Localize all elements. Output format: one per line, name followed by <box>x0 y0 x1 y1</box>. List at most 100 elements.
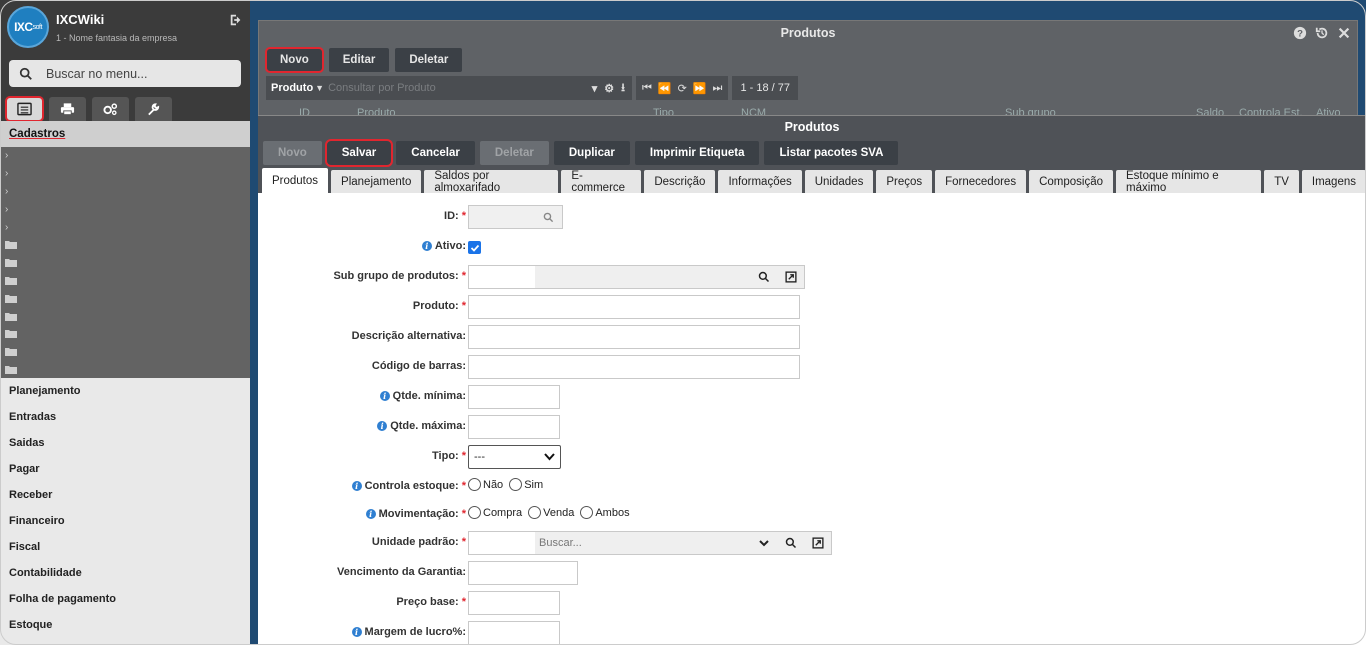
app-name: IXCWiki <box>56 12 105 27</box>
first-page-icon[interactable]: ⏮ <box>642 82 652 95</box>
imprimir-etiqueta-button[interactable]: Imprimir Etiqueta <box>634 141 760 165</box>
refresh-icon[interactable]: ⟳ <box>678 82 687 95</box>
preco-base-input[interactable] <box>468 591 560 615</box>
ativo-checkbox[interactable] <box>468 241 481 254</box>
tipo-select[interactable]: --- <box>468 445 561 469</box>
descricao-alternativa-label: Descrição alternativa: <box>351 330 466 342</box>
info-icon[interactable]: i <box>421 241 432 251</box>
last-page-icon[interactable]: ⏭ <box>713 82 723 95</box>
chevron-right-icon: › <box>5 168 9 180</box>
menu-search-placeholder: Buscar no menu... <box>46 66 148 81</box>
tab-fornecedores[interactable]: Fornecedores <box>935 170 1027 193</box>
movimentacao-ambos-radio[interactable]: Ambos <box>580 506 630 519</box>
wrench-icon <box>148 103 160 116</box>
tab-relatorios[interactable] <box>49 97 86 121</box>
cancelar-button[interactable]: Cancelar <box>396 141 475 165</box>
search-icon[interactable] <box>777 532 804 554</box>
qtde-maxima-label: i Qtde. máxima: <box>166 420 466 432</box>
tab-ferramentas[interactable] <box>135 97 172 121</box>
form-novo-button[interactable]: Novo <box>263 141 322 165</box>
movimentacao-venda-radio[interactable]: Venda <box>528 506 574 519</box>
unidade-code-input[interactable] <box>469 532 535 554</box>
logout-icon[interactable] <box>229 13 243 27</box>
tab-saldos-por-almoxarifado[interactable]: Saldos por almoxarifado <box>424 170 559 194</box>
movimentacao-compra-radio[interactable]: Compra <box>468 506 522 519</box>
ativo-label: i Ativo: <box>166 240 466 252</box>
movimentacao-radios: Compra Venda Ambos <box>468 506 630 519</box>
info-icon[interactable]: i <box>379 391 390 401</box>
qtde-maxima-input[interactable] <box>468 415 560 439</box>
tab-e-commerce[interactable]: E-commerce <box>561 170 642 194</box>
search-icon <box>19 67 32 80</box>
listar-pacotes-sva-button[interactable]: Listar pacotes SVA <box>764 141 899 165</box>
check-icon <box>470 244 479 252</box>
info-icon[interactable]: i <box>351 481 362 491</box>
sub-grupo-code-input[interactable] <box>469 266 535 288</box>
chevron-down-icon[interactable] <box>750 532 777 554</box>
info-icon[interactable]: i <box>351 627 362 637</box>
tab-configuracoes[interactable] <box>92 97 129 121</box>
filter-field[interactable]: Produto ▼ Consultar por Produto ▾ ⚙ ⭳ <box>266 76 632 100</box>
qtde-minima-input[interactable] <box>468 385 560 409</box>
company-logo[interactable]: IXC soft <box>7 6 49 48</box>
tab-imagens[interactable]: Imagens <box>1301 170 1366 193</box>
form-body: ID: * i Ativo: Sub grupo de produtos: * Pro… <box>258 193 1366 645</box>
tab-composi-o[interactable]: Composição <box>1029 170 1114 193</box>
tab-planejamento[interactable]: Planejamento <box>331 170 422 193</box>
form-deletar-button[interactable]: Deletar <box>479 141 549 165</box>
tab-pre-os[interactable]: Preços <box>876 170 933 193</box>
folder-icon <box>5 294 17 303</box>
filter-label[interactable]: Produto <box>271 82 313 94</box>
sub-grupo-description[interactable] <box>535 266 750 288</box>
next-page-icon[interactable]: ⏩ <box>693 82 707 95</box>
unidade-padrao-lookup[interactable]: Buscar... <box>468 531 832 555</box>
info-icon[interactable]: i <box>365 509 376 519</box>
company-name: 1 - Nome fantasia da empresa <box>56 33 178 43</box>
settings-icon[interactable]: ⚙ <box>604 82 614 95</box>
list-toolbar: Novo Editar Deletar <box>265 47 463 73</box>
print-icon <box>60 103 75 116</box>
editar-button[interactable]: Editar <box>328 48 390 72</box>
controla-estoque-sim-radio[interactable]: Sim <box>509 478 543 491</box>
menu-item-clientes[interactable]: ›Clientes <box>0 147 250 165</box>
descricao-alternativa-input[interactable] <box>468 325 800 349</box>
menu-item-contratos[interactable]: ›Contratos <box>0 165 250 183</box>
help-icon[interactable]: ? <box>1293 26 1307 40</box>
novo-button[interactable]: Novo <box>265 47 324 73</box>
menu-item-locais[interactable]: Locais <box>0 343 250 361</box>
search-icon[interactable] <box>750 266 777 288</box>
salvar-button[interactable]: Salvar <box>324 139 394 167</box>
menu-item-produtos[interactable]: ›Produtos <box>0 183 250 201</box>
tab-estoque-m-nimo-e-m-ximo[interactable]: Estoque mínimo e máximo <box>1116 170 1262 194</box>
unidade-search-input[interactable]: Buscar... <box>535 532 750 554</box>
svg-text:?: ? <box>1297 29 1303 40</box>
open-external-icon[interactable] <box>777 266 804 288</box>
produto-input[interactable] <box>468 295 800 319</box>
sub-grupo-lookup[interactable] <box>468 265 805 289</box>
menu-search-input[interactable]: Buscar no menu... <box>9 60 241 87</box>
controla-estoque-nao-radio[interactable]: Não <box>468 478 503 491</box>
controla-estoque-label: i Controla estoque: * <box>166 480 466 492</box>
codigo-barras-input[interactable] <box>468 355 800 379</box>
dropdown-icon[interactable]: ▾ <box>592 82 598 95</box>
menu-item-contratos[interactable]: Contratos <box>0 254 250 272</box>
tab-cadastros[interactable] <box>5 96 44 122</box>
close-icon[interactable] <box>1337 26 1351 40</box>
form-tabs: Produtos Planejamento Saldos por almoxarif… <box>258 168 1366 194</box>
duplicar-button[interactable]: Duplicar <box>553 141 630 165</box>
vencimento-garantia-input[interactable] <box>468 561 578 585</box>
tab-unidades[interactable]: Unidades <box>804 170 874 193</box>
tab-tv[interactable]: TV <box>1264 170 1299 193</box>
menu-category-cadastros[interactable]: Cadastros <box>0 121 250 147</box>
tab-informa-es[interactable]: Informações <box>718 170 802 193</box>
open-external-icon[interactable] <box>804 532 831 554</box>
tab-descri-o[interactable]: Descrição <box>644 170 716 193</box>
margem-lucro-input[interactable] <box>468 621 560 645</box>
id-field[interactable] <box>468 205 563 229</box>
deletar-button[interactable]: Deletar <box>395 48 463 72</box>
history-icon[interactable] <box>1315 26 1329 40</box>
prev-page-icon[interactable]: ⏪ <box>658 82 672 95</box>
info-icon[interactable]: i <box>377 421 388 431</box>
tab-produtos[interactable]: Produtos <box>262 168 329 193</box>
download-icon[interactable]: ⭳ <box>621 79 625 98</box>
